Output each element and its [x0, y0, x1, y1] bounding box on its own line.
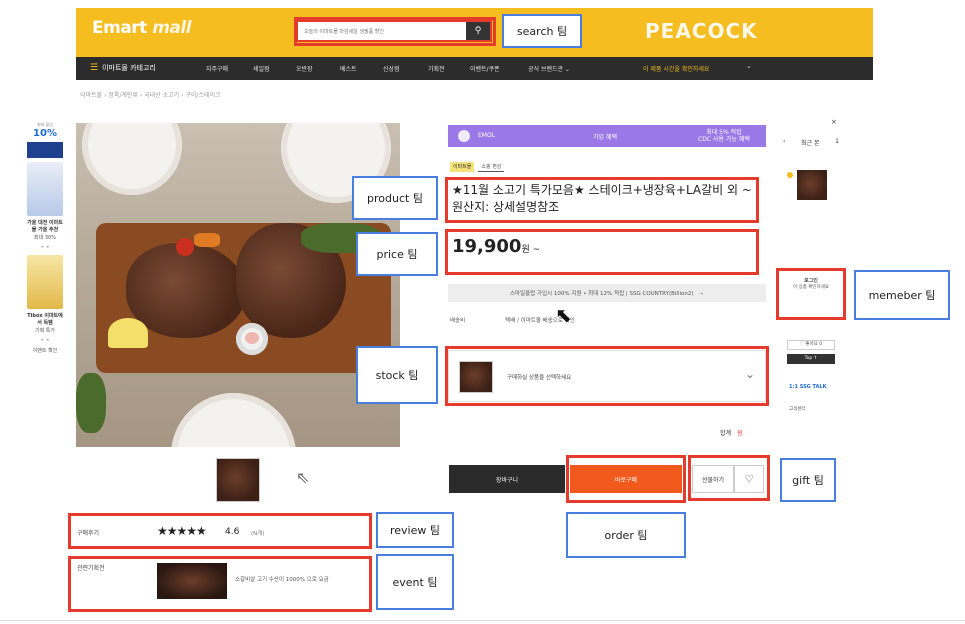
hamburger-icon: ☰ [90, 63, 99, 73]
event-text[interactable]: 소갈비살 고기 수산이 1000% 으로 요금 [235, 575, 329, 583]
product-tags: 이마트몰 쇼핑 편성 [450, 162, 505, 172]
mouse-cursor-icon: ⬉ [555, 303, 572, 327]
annotation-review: review 팀 [376, 512, 454, 548]
nav-item[interactable]: 자주구매 [206, 64, 228, 73]
nav-item[interactable]: 오반장 [296, 64, 313, 73]
ssg-talk-link[interactable]: 1:1 SSG TALK [789, 384, 826, 390]
photo-tomato [176, 238, 194, 256]
annotation-search: search 팀 [502, 14, 582, 48]
promo-sub: 기획 특가 [35, 328, 55, 334]
photo-salt-dish [236, 323, 268, 355]
magnifier-icon: ⚲ [474, 26, 482, 36]
annotation-product: product 팀 [352, 176, 438, 220]
chevron-down-icon[interactable]: ⌄ [746, 62, 752, 70]
product-main-image[interactable] [76, 123, 400, 447]
buy-now-button[interactable]: 바로구매 [570, 465, 682, 493]
annotation-gift: gift 팀 [780, 458, 836, 502]
card-benefit-bar[interactable]: 스마일클럽 가입시 100% 지원 • 최대 12% 적립 | SSG COUN… [448, 284, 766, 302]
nav-item[interactable]: 공식 브랜드관 ⌄ [528, 64, 570, 73]
event-label: 관련기획전 [77, 565, 105, 572]
carousel-dots[interactable]: • • [25, 244, 65, 251]
option-thumbnail [459, 361, 493, 393]
promo-sub: 최대 30% [34, 235, 56, 241]
chevron-down-icon: ⌄ [699, 290, 705, 296]
gift-button[interactable]: 선물하기 [692, 465, 734, 493]
annotation-order: order 팀 [566, 512, 686, 558]
member-banner-left: EMOL [478, 132, 496, 139]
right-quick-panel: × ‹ 최근 본 1 로그인 이 상품 확인하세요 ♡ 좋아요 0 Top ↑ 1… [783, 118, 839, 418]
rating-stars: ★★★★★ [157, 524, 207, 538]
chevron-left-icon[interactable]: ‹ [783, 138, 785, 147]
promo-card-banner[interactable] [27, 142, 63, 158]
promo-thumb[interactable] [27, 255, 63, 309]
annotation-price: price 팀 [356, 232, 438, 276]
review-label: 구매후기 [77, 530, 100, 537]
shipping-label: 배송비 [450, 318, 466, 324]
search-button[interactable]: ⚲ [466, 22, 490, 40]
category-menu[interactable]: ☰ 이마트몰 카테고리 [90, 63, 156, 73]
mouse-cursor-icon: ⇖ [296, 468, 310, 487]
photo-lemon [108, 318, 148, 348]
member-banner-right: 최대 5% 적립 CDC 사용 가능 혜택 [698, 129, 750, 143]
recent-item-thumbnail[interactable] [797, 170, 827, 200]
product-price: 19,900원 ~ [452, 236, 541, 257]
product-thumbnail[interactable] [216, 458, 260, 502]
member-banner-mid: 가입 혜택 [593, 134, 617, 141]
review-count[interactable]: (N개) [251, 529, 264, 537]
promo-thumb[interactable] [27, 162, 63, 216]
left-promo-sidebar: 최대 할인 10% 가을 대전 이마트몰 가을 추천 최대 30% • • Ti… [25, 122, 65, 452]
related-event[interactable]: 관련기획전 소갈비살 고기 수산이 1000% 으로 요금 [73, 559, 369, 607]
search-input[interactable] [304, 25, 464, 39]
annotation-event: event 팀 [376, 554, 454, 610]
bottom-divider [0, 620, 965, 621]
member-benefit-banner[interactable]: EMOL 가입 혜택 최대 5% 적립 CDC 사용 가능 혜택 [448, 125, 766, 147]
promo-title[interactable]: Tibox 이마트에서 득템 [25, 313, 65, 327]
nav-promo[interactable]: 이 제품 시간을 확인하세요 [643, 64, 709, 73]
total-price: 합계 원 [720, 430, 743, 437]
recent-indicator-dot [787, 172, 793, 178]
tag-shopping[interactable]: 쇼핑 편성 [478, 162, 505, 172]
scroll-top-button[interactable]: Top ↑ [787, 354, 835, 364]
annotation-stock: stock 팀 [356, 346, 438, 404]
promo-extra[interactable]: 이벤트 확인 [25, 347, 65, 354]
add-to-cart-button[interactable]: 장바구니 [449, 465, 565, 493]
tag-emart: 이마트몰 [450, 162, 475, 172]
promo-title[interactable]: 가을 대전 이마트몰 가을 추천 [25, 220, 65, 234]
review-summary[interactable]: 구매후기 ★★★★★ 4.6 (N개) [73, 518, 369, 546]
site-logo[interactable]: Emart mall [92, 18, 192, 38]
photo-carrot [194, 233, 220, 247]
nav-item[interactable]: 신상점 [383, 64, 400, 73]
rating-score: 4.6 [225, 527, 240, 537]
member-badge-icon [458, 130, 470, 142]
nav-item[interactable]: 세일점 [253, 64, 270, 73]
peacock-brand[interactable]: PEACOCK [645, 19, 758, 43]
nav-item[interactable]: 이벤트/쿠폰 [470, 64, 500, 73]
nav-item[interactable]: 기획전 [428, 64, 445, 73]
option-select[interactable]: 구매하실 상품을 선택하세요 ⌄ [448, 350, 766, 402]
member-login-box[interactable]: 로그인 이 상품 확인하세요 [785, 278, 837, 291]
chevron-down-icon: ⌄ [744, 367, 755, 381]
event-thumbnail[interactable] [157, 563, 227, 599]
page-stage: Emart mall ⚲ PEACOCK ☰이마트몰 카테고리 자주구매 세일점… [0, 0, 965, 624]
product-title: ★11월 소고기 특가모음★ 스테이크+냉장육+LA갈비 외 ~ 원산지: 상세… [452, 183, 752, 214]
promo-rate: 10% [33, 128, 57, 139]
customer-center-link[interactable]: 고객센터 [789, 406, 806, 412]
nav-item[interactable]: 베스트 [340, 64, 357, 73]
search-box: ⚲ [296, 20, 492, 42]
photo-herb [76, 373, 106, 433]
carousel-dots[interactable]: • • [25, 337, 65, 344]
recent-viewed-header: ‹ 최근 본 1 [783, 138, 839, 147]
breadcrumb[interactable]: 이마트몰 › 정육/계란류 › 국내산 소고기 › 구이/스테이크 [80, 90, 221, 99]
like-button[interactable]: ♡ 좋아요 0 [787, 340, 835, 350]
option-placeholder: 구매하실 상품을 선택하세요 [507, 375, 572, 381]
close-icon[interactable]: × [831, 118, 837, 126]
heart-icon: ♡ [744, 473, 754, 485]
wishlist-button[interactable]: ♡ [734, 465, 764, 493]
annotation-member: memeber 팀 [854, 270, 950, 320]
